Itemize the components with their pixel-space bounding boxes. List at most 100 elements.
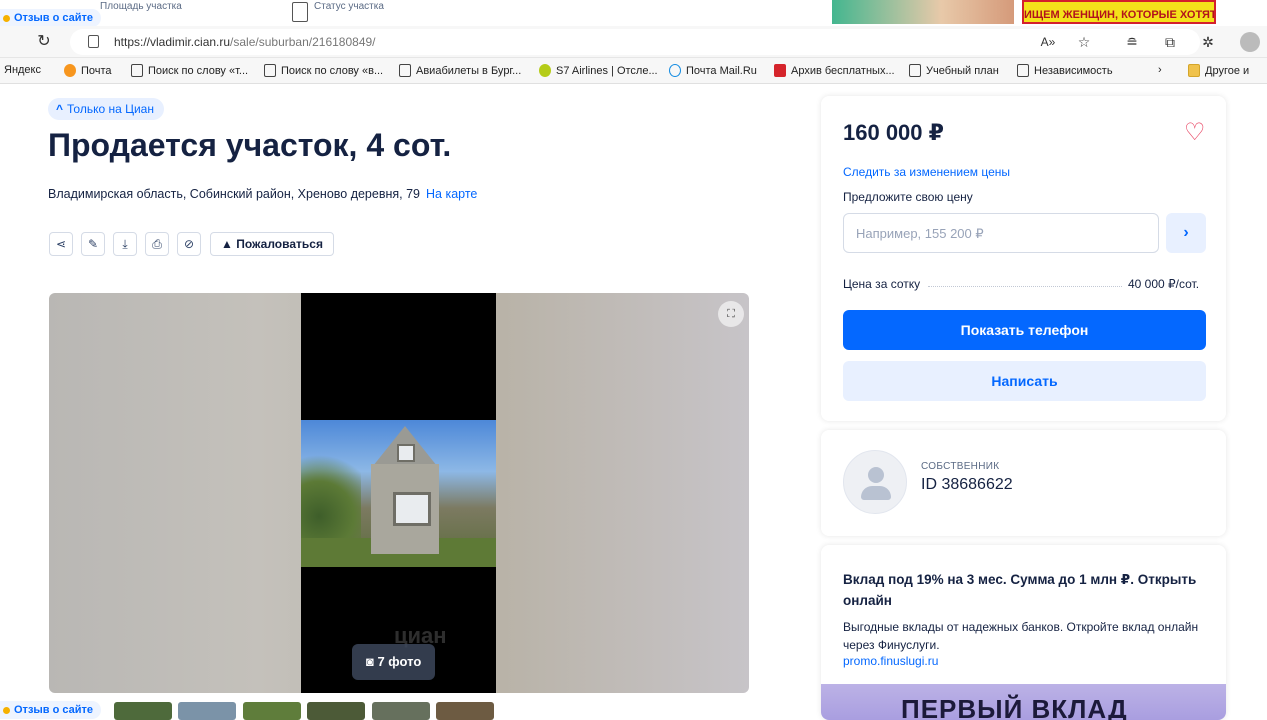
bookmark-search-1[interactable]: Поиск по слову «т... (131, 64, 248, 77)
avatar[interactable] (843, 450, 907, 514)
url-text: https://vladimir.cian.ru/sale/suburban/2… (114, 35, 376, 49)
s7-icon (539, 64, 551, 77)
read-aloud-icon[interactable]: A» (1038, 32, 1058, 52)
feedback-label: Отзыв о сайте (14, 704, 94, 716)
gallery-thumbnail[interactable] (372, 702, 430, 720)
complain-button[interactable]: ▲ Пожаловаться (210, 232, 334, 256)
house-window-upper-shape (397, 444, 415, 462)
share-icon[interactable]: ⋖ (49, 232, 73, 256)
bookmark-label: Авиабилеты в Бург... (416, 64, 522, 77)
bookmark-search-2[interactable]: Поиск по слову «в... (264, 64, 383, 77)
url-host: https://vladimir.cian.ru (114, 35, 231, 49)
page-icon (131, 64, 143, 77)
map-link[interactable]: На карте (426, 187, 477, 201)
offer-price-label: Предложите свою цену (843, 190, 973, 204)
bookmark-label: Яндекс (4, 64, 41, 76)
collections-icon[interactable]: ⧉ (1160, 32, 1180, 52)
owner-type: СОБСТВЕННИК (921, 461, 1000, 472)
bookmarks-more-chevron-icon[interactable]: › (1158, 64, 1162, 76)
bookmark-archive[interactable]: Архив бесплатных... (774, 64, 895, 77)
only-on-cian-badge[interactable]: ^ Только на Циан (48, 98, 164, 120)
bookmark-label: Почта Mail.Ru (686, 64, 757, 77)
fullscreen-icon[interactable]: ⛶ (718, 301, 744, 327)
gallery-thumbnail[interactable] (307, 702, 365, 720)
gallery-thumbnail[interactable] (114, 702, 172, 720)
ad-banner-text: ПЕРВЫЙ ВКЛАД (901, 694, 1128, 720)
reload-icon[interactable]: ↻ (32, 30, 56, 54)
bookmark-label: Почта (81, 64, 112, 77)
avatar-body-shape (861, 486, 891, 500)
write-button[interactable]: Написать (843, 361, 1206, 401)
favorites-icon[interactable]: ≘ (1122, 32, 1142, 52)
feedback-tab[interactable]: Отзыв о сайте (0, 9, 102, 26)
price-per-unit-label: Цена за сотку (843, 277, 921, 291)
bookmark-mail[interactable]: Почта (64, 64, 112, 77)
bookmark-study-plan[interactable]: Учебный план (909, 64, 999, 77)
warning-icon: ▲ (221, 237, 237, 251)
bookmark-label: S7 Airlines | Отсле... (556, 64, 658, 77)
page-icon (399, 64, 411, 77)
track-price-link[interactable]: Следить за изменением цены (843, 165, 1010, 179)
page-icon (909, 64, 921, 77)
bookmark-mailru[interactable]: Почта Mail.Ru (669, 64, 757, 77)
house-window-shape (393, 492, 431, 526)
offer-price-input[interactable] (843, 213, 1159, 253)
photo-gallery[interactable]: циан ⛶ ◙ 7 фото (49, 293, 749, 693)
ad-thumbnail-image[interactable] (832, 0, 1014, 24)
gallery-thumbnail[interactable] (243, 702, 301, 720)
page-icon (264, 64, 276, 77)
mail-icon (64, 64, 76, 77)
complain-label: Пожаловаться (236, 237, 323, 251)
mailru-icon (669, 64, 681, 77)
chevron-up-icon: ^ (56, 102, 64, 116)
bookmark-yandex[interactable]: Яндекс (4, 64, 41, 76)
listing-address: Владимирская область, Собинский район, Х… (48, 187, 477, 201)
download-icon[interactable]: ⤓ (113, 232, 137, 256)
bookmark-label: Поиск по слову «т... (148, 64, 249, 77)
hide-icon[interactable]: ⊘ (177, 232, 201, 256)
photo-count-label: 7 фото (377, 654, 422, 669)
owner-id: ID 38686622 (921, 476, 1013, 493)
ad-text: Выгодные вклады от надежных банков. Откр… (843, 620, 1199, 652)
url-path: /sale/suburban/216180849/ (230, 35, 376, 49)
ad-banner[interactable]: ПЕРВЫЙ ВКЛАД (821, 684, 1226, 720)
main-photo[interactable] (301, 420, 496, 567)
price-per-unit-value: 40 000 ₽/сот. (1128, 277, 1200, 291)
star-icon[interactable]: ☆ (1074, 32, 1094, 52)
bookmark-s7[interactable]: S7 Airlines | Отсле... (539, 64, 658, 77)
ad-banner-text: ИЩЕМ ЖЕНЩИН, КОТОРЫЕ ХОТЯТ (1024, 9, 1216, 21)
bookmark-other[interactable]: Другое и (1188, 64, 1249, 77)
feedback-label: Отзыв о сайте (14, 12, 94, 24)
status-label: Статус участка (314, 1, 384, 12)
bookmark-flights[interactable]: Авиабилеты в Бург... (399, 64, 521, 77)
gallery-thumbnail[interactable] (178, 702, 236, 720)
ad-link[interactable]: promo.finuslugi.ru (843, 654, 938, 668)
bookmark-label: Архив бесплатных... (791, 64, 895, 77)
feedback-tab-bottom[interactable]: Отзыв о сайте (0, 701, 102, 719)
page-top-strip: Отзыв о сайте Площадь участка Статус уча… (0, 0, 1267, 26)
ad-title[interactable]: Вклад под 19% на 3 мес. Сумма до 1 млн ₽… (843, 569, 1203, 611)
bookmark-label: Поиск по слову «в... (281, 64, 384, 77)
bookmark-independence[interactable]: Независимость (1017, 64, 1113, 77)
show-phone-button[interactable]: Показать телефон (843, 310, 1206, 350)
ad-thumbnail-banner[interactable]: ИЩЕМ ЖЕНЩИН, КОТОРЫЕ ХОТЯТ (1022, 0, 1216, 24)
favorite-heart-icon[interactable]: ♡ (1184, 118, 1206, 147)
site-info-icon[interactable] (88, 35, 99, 48)
document-icon (292, 2, 308, 22)
page-icon (1017, 64, 1029, 77)
bookmark-label: Учебный план (926, 64, 999, 77)
offer-submit-chevron-right-icon[interactable]: › (1166, 213, 1206, 253)
avatar-head-shape (868, 467, 884, 483)
bookmarks-bar: Яндекс Почта Поиск по слову «т... Поиск … (0, 58, 1267, 84)
edit-icon[interactable]: ✎ (81, 232, 105, 256)
photo-count-button[interactable]: ◙ 7 фото (352, 644, 436, 680)
bookmark-label: Другое и (1205, 64, 1250, 77)
price: 160 000 ₽ (843, 120, 944, 145)
archive-icon (774, 64, 786, 77)
gallery-thumbnail[interactable] (436, 702, 494, 720)
area-label: Площадь участка (100, 1, 182, 12)
bookmark-label: Независимость (1034, 64, 1113, 77)
profile-icon[interactable] (1240, 32, 1260, 52)
print-icon[interactable]: ⎙ (145, 232, 169, 256)
extensions-icon[interactable]: ✲ (1198, 32, 1218, 52)
